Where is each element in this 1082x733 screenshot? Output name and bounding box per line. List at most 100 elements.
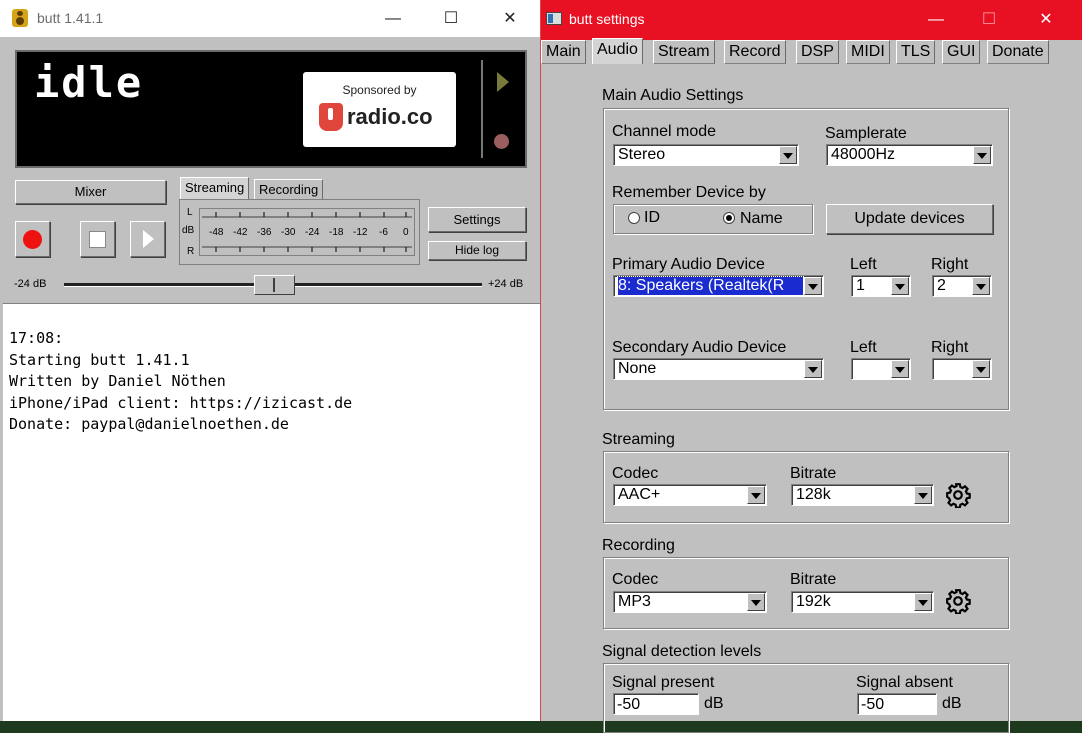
radio-name[interactable]: [723, 212, 735, 224]
vu-db-label: dB: [182, 225, 195, 236]
channel-mode-label: Channel mode: [612, 123, 717, 140]
primary-device-select[interactable]: 8: Speakers (Realtek(R: [613, 275, 824, 297]
radio-id-label: ID: [644, 209, 660, 226]
chevron-down-icon: [891, 360, 909, 378]
streaming-codec-value: AAC+: [618, 486, 661, 503]
chevron-down-icon: [804, 277, 822, 295]
recording-codec-select[interactable]: MP3: [613, 591, 767, 613]
play-indicator-icon: [497, 72, 509, 92]
samplerate-label: Samplerate: [825, 125, 907, 142]
tab-midi[interactable]: MIDI: [846, 40, 890, 64]
secondary-left-select[interactable]: [851, 358, 911, 380]
tab-recording[interactable]: Recording: [254, 179, 324, 201]
chevron-down-icon: [972, 277, 990, 295]
tab-donate[interactable]: Donate: [987, 40, 1049, 64]
primary-device-value: 8: Speakers (Realtek(R: [617, 276, 804, 296]
signal-present-label: Signal present: [612, 674, 715, 691]
streaming-group-label: Streaming: [602, 431, 675, 448]
tab-streaming[interactable]: Streaming: [180, 177, 250, 199]
settings-button[interactable]: Settings: [428, 207, 526, 232]
vu-tick-label: -48: [209, 227, 224, 238]
signal-present-unit: dB: [704, 695, 724, 712]
tab-tls[interactable]: TLS: [896, 40, 936, 64]
vu-tick-label: -36: [257, 227, 272, 238]
streaming-bitrate-value: 128k: [796, 486, 831, 503]
signal-present-input[interactable]: [613, 693, 699, 715]
butt-app-icon: [12, 9, 28, 27]
vu-tick-label: -24: [305, 227, 320, 238]
sponsor-banner[interactable]: Sponsored by radio.co: [303, 72, 456, 147]
settings-maximize-button[interactable]: ☐: [966, 0, 1012, 40]
remember-device-group: [613, 204, 813, 234]
recording-codec-label: Codec: [612, 571, 659, 588]
primary-right-select[interactable]: 2: [932, 275, 992, 297]
channel-mode-select[interactable]: Stereo: [613, 144, 799, 166]
main-titlebar[interactable]: butt 1.41.1 — ☐ ✕: [0, 0, 540, 37]
recording-bitrate-value: 192k: [796, 593, 831, 610]
vu-meter: L dB R -48 -42 -36 -30 -24 -18 -12 -6 0: [179, 199, 420, 265]
record-button[interactable]: [15, 221, 50, 257]
signal-absent-input[interactable]: [857, 693, 937, 715]
settings-close-button[interactable]: ✕: [1023, 0, 1069, 40]
streaming-bitrate-select[interactable]: 128k: [791, 484, 934, 506]
signal-group-label: Signal detection levels: [602, 643, 762, 660]
tab-dsp[interactable]: DSP: [796, 40, 839, 64]
mixer-button[interactable]: Mixer: [15, 180, 166, 204]
play-button[interactable]: [130, 221, 165, 257]
main-window-title: butt 1.41.1: [37, 10, 104, 26]
tab-gui[interactable]: GUI: [942, 40, 981, 64]
chevron-down-icon: [891, 277, 909, 295]
vu-scale: -48 -42 -36 -30 -24 -18 -12 -6 0: [199, 208, 415, 256]
maximize-button[interactable]: ☐: [428, 0, 474, 37]
sponsor-brand: radio.co: [347, 104, 433, 129]
recording-codec-settings-icon[interactable]: [945, 588, 971, 614]
status-text: idle: [34, 58, 144, 107]
settings-window: butt settings — ☐ ✕ Main Audio Stream Re…: [541, 0, 1082, 733]
vu-tick-label: -12: [353, 227, 368, 238]
minimize-button[interactable]: —: [370, 0, 416, 37]
chevron-down-icon: [914, 486, 932, 504]
signal-absent-label: Signal absent: [856, 674, 953, 691]
secondary-right-select[interactable]: [932, 358, 992, 380]
log-panel[interactable]: 17:08: Starting butt 1.41.1 Written by D…: [3, 303, 540, 721]
update-devices-button[interactable]: Update devices: [826, 204, 993, 234]
secondary-right-label: Right: [931, 339, 969, 356]
primary-left-select[interactable]: 1: [851, 275, 911, 297]
vu-tick-label: -6: [379, 227, 388, 238]
hide-log-button[interactable]: Hide log: [428, 241, 526, 260]
radio-id[interactable]: [628, 212, 640, 224]
vu-right-label: R: [187, 246, 195, 257]
chevron-down-icon: [914, 593, 932, 611]
chevron-down-icon: [973, 146, 991, 164]
settings-titlebar[interactable]: butt settings — ☐ ✕: [541, 0, 1082, 40]
streaming-codec-select[interactable]: AAC+: [613, 484, 767, 506]
tab-main[interactable]: Main: [541, 40, 586, 64]
streaming-codec-settings-icon[interactable]: [945, 482, 971, 508]
settings-minimize-button[interactable]: —: [913, 0, 959, 40]
tab-audio[interactable]: Audio: [592, 38, 643, 64]
vu-tick-label: -18: [329, 227, 344, 238]
recording-bitrate-select[interactable]: 192k: [791, 591, 934, 613]
log-line: 17:08:: [9, 329, 64, 347]
log-line: Donate: paypal@danielnoethen.de: [9, 415, 289, 433]
remember-device-label: Remember Device by: [612, 184, 766, 201]
recording-codec-value: MP3: [618, 593, 651, 610]
recording-group-label: Recording: [602, 537, 675, 554]
secondary-device-select[interactable]: None: [613, 358, 824, 380]
chevron-down-icon: [747, 486, 765, 504]
tab-stream[interactable]: Stream: [653, 40, 715, 64]
chevron-down-icon: [804, 360, 822, 378]
gain-max-label: +24 dB: [488, 278, 524, 290]
samplerate-select[interactable]: 48000Hz: [826, 144, 993, 166]
play-icon: [143, 230, 154, 248]
stop-button[interactable]: [80, 221, 115, 257]
tab-record[interactable]: Record: [724, 40, 786, 64]
record-icon: [23, 230, 42, 249]
channel-mode-value: Stereo: [618, 146, 666, 163]
log-line: iPhone/iPad client: https://izicast.de: [9, 393, 353, 412]
record-indicator-icon: [494, 134, 509, 149]
close-button[interactable]: ✕: [487, 0, 533, 37]
vu-tick-label: -42: [233, 227, 248, 238]
gain-slider-handle[interactable]: [254, 275, 295, 295]
primary-right-label: Right: [931, 256, 969, 273]
